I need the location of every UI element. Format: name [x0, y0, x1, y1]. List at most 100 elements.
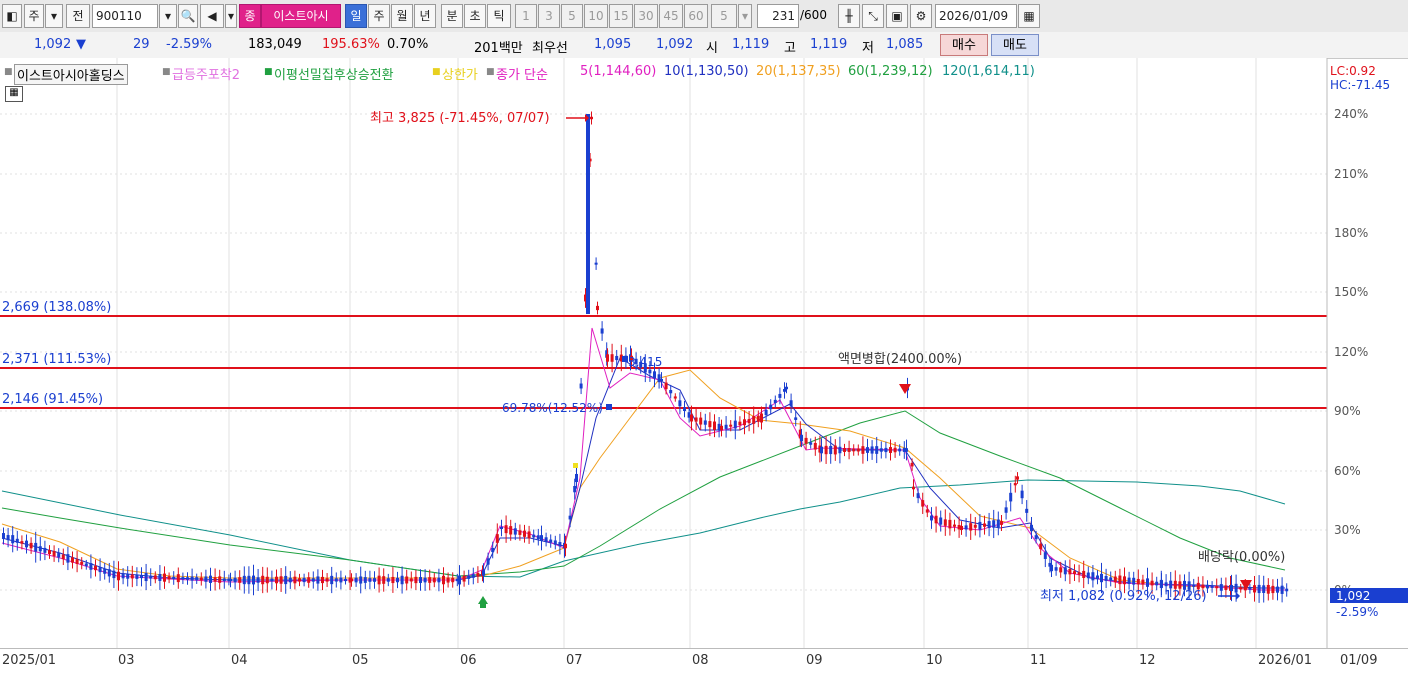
candle — [52, 551, 56, 557]
candle — [833, 445, 837, 455]
period-year[interactable]: 년 — [414, 4, 436, 28]
gear-icon[interactable]: ⚙ — [910, 4, 932, 28]
draw-tool-icon[interactable]: ⤡ — [862, 4, 884, 28]
count-input[interactable]: 231 — [757, 4, 799, 28]
period-week[interactable]: 주 — [368, 4, 390, 28]
candle — [222, 578, 226, 582]
minute-10[interactable]: 10 — [584, 4, 608, 28]
period-minute[interactable]: 분 — [441, 4, 463, 28]
market-select[interactable]: 주 — [24, 4, 44, 28]
prev-button[interactable]: 전 — [66, 4, 90, 28]
candle — [1004, 507, 1008, 513]
candle — [1285, 588, 1289, 592]
change: 29 — [133, 37, 150, 52]
candle — [471, 574, 475, 578]
chevron-down-icon[interactable]: ▾ — [45, 4, 63, 28]
code-input[interactable]: 900110 — [92, 4, 158, 28]
candle — [939, 517, 943, 525]
legend-stock-name[interactable]: 이스트아시아홀딩스 — [14, 64, 128, 85]
table-toggle-icon[interactable]: ▦ — [5, 86, 23, 102]
candle — [284, 575, 288, 585]
minute-60[interactable]: 60 — [684, 4, 708, 28]
period-second[interactable]: 초 — [464, 4, 486, 28]
candle — [870, 446, 874, 454]
sound-icon[interactable]: ◀ — [200, 4, 224, 28]
candle — [575, 473, 578, 483]
candle — [544, 537, 548, 542]
candle — [708, 421, 712, 428]
candle — [579, 383, 583, 389]
candle — [293, 576, 297, 584]
calendar-icon[interactable]: ▦ — [1018, 4, 1040, 28]
candle — [311, 578, 315, 582]
save-icon[interactable]: ▣ — [886, 4, 908, 28]
candle — [694, 417, 698, 422]
candle — [172, 576, 176, 580]
period-month[interactable]: 월 — [391, 4, 413, 28]
candle — [568, 515, 572, 520]
mark-a-label: 3,415 — [628, 355, 662, 369]
price-chart[interactable]: 2,669 (138.08%) 2,371 (111.53%) 2,146 (9… — [0, 58, 1408, 648]
candle — [760, 413, 763, 423]
candle — [1096, 575, 1099, 579]
limit-up-marker — [573, 463, 578, 468]
legend-ma120[interactable]: 120(1,614,11) — [942, 64, 1035, 79]
legend-indicator-2[interactable]: 이평선밀집후상승전환 — [274, 64, 394, 83]
period-day[interactable]: 일 — [345, 4, 367, 28]
open-price: 1,119 — [732, 37, 770, 52]
minute-3[interactable]: 3 — [538, 4, 560, 28]
candle — [2, 533, 5, 539]
code-dropdown-icon[interactable]: ▾ — [159, 4, 177, 28]
candle — [978, 521, 982, 530]
minute-1[interactable]: 1 — [515, 4, 537, 28]
date-input[interactable]: 2026/01/09 — [935, 4, 1017, 28]
candle — [316, 576, 320, 584]
candle — [1000, 521, 1003, 525]
hc-label: HC:-71.45 — [1330, 78, 1390, 92]
sound-dropdown-icon[interactable]: ▾ — [225, 4, 237, 28]
candle — [34, 542, 38, 552]
candle — [302, 577, 306, 583]
minute-5[interactable]: 5 — [561, 4, 583, 28]
stock-name[interactable]: 이스트아시 — [261, 4, 341, 28]
candle — [683, 407, 686, 412]
candle — [1109, 577, 1113, 581]
minute-45[interactable]: 45 — [659, 4, 683, 28]
period-tick[interactable]: 틱 — [487, 4, 511, 28]
legend-indicator-1[interactable]: 급등주포착2 — [172, 64, 240, 83]
low-label: 저 — [862, 41, 874, 56]
stock-tag: 종 — [239, 4, 261, 28]
candle — [38, 546, 42, 552]
sell-button[interactable]: 매도 — [991, 34, 1039, 56]
candle — [144, 572, 148, 582]
candle — [71, 557, 74, 563]
legend-ma-title[interactable]: 종가 단순 — [496, 64, 548, 83]
candle — [1113, 576, 1117, 583]
low-annotation: 최저 1,082 (0.92%, 12/26) — [1040, 589, 1207, 604]
custom-minute[interactable]: 5 — [711, 4, 737, 28]
candle — [1073, 571, 1076, 575]
legend-ma20[interactable]: 20(1,137,35) — [756, 64, 841, 79]
candle — [1230, 584, 1233, 592]
custom-minute-dropdown-icon[interactable]: ▾ — [738, 4, 752, 28]
legend-ma10[interactable]: 10(1,130,50) — [664, 64, 749, 79]
candle — [813, 442, 817, 450]
legend-indicator-3[interactable]: 상한가 — [442, 64, 478, 83]
legend-ma60[interactable]: 60(1,239,12) — [848, 64, 933, 79]
candle — [57, 553, 61, 558]
candle — [1248, 587, 1252, 590]
candle — [1030, 524, 1033, 532]
legend-ma5[interactable]: 5(1,144,60) — [580, 64, 656, 79]
candle — [190, 576, 194, 581]
candle — [973, 524, 977, 528]
window-menu-icon[interactable]: ◧ — [2, 4, 22, 28]
candle — [558, 542, 562, 547]
down-arrow-icon: ▼ — [76, 37, 86, 52]
candle — [233, 577, 237, 583]
minute-15[interactable]: 15 — [609, 4, 633, 28]
candle-type-icon[interactable]: ╫ — [838, 4, 860, 28]
search-icon[interactable]: 🔍 — [178, 4, 198, 28]
buy-button[interactable]: 매수 — [940, 34, 988, 56]
minute-30[interactable]: 30 — [634, 4, 658, 28]
candle — [1082, 570, 1086, 578]
